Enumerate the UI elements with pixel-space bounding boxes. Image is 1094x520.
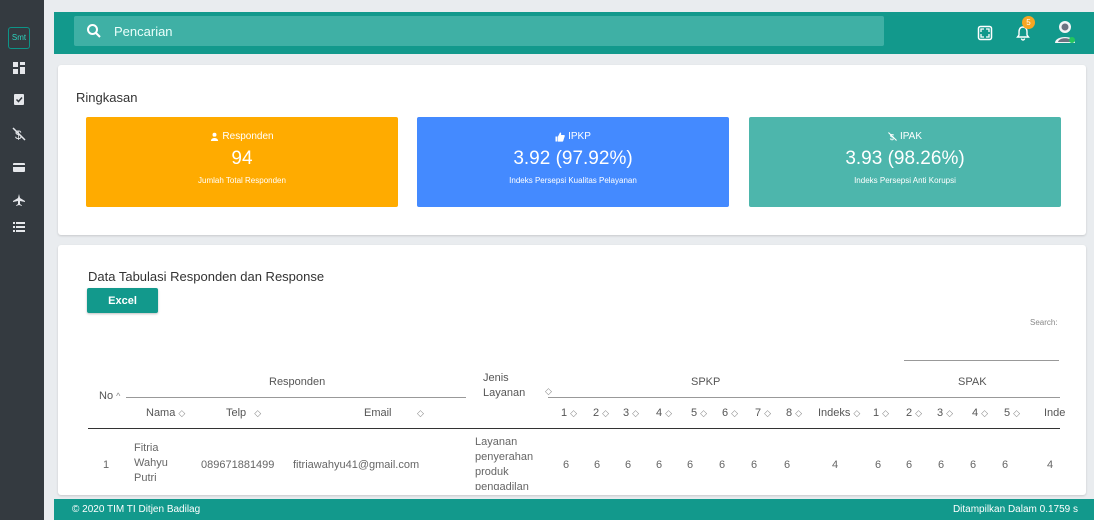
notification-badge: 5 <box>1022 16 1035 29</box>
cell-spkp-2: 6 <box>594 459 601 471</box>
sort-icon: ◇ <box>545 386 552 396</box>
stat-subtitle: Jumlah Total Responden <box>198 176 286 185</box>
cell-spkp-4: 6 <box>656 459 663 471</box>
footer: © 2020 TIM TI Ditjen Badilag Ditampilkan… <box>54 499 1094 520</box>
thumbs-up-icon <box>555 132 565 142</box>
cell-spak-1: 6 <box>875 459 882 471</box>
notification-bell-icon[interactable]: 5 <box>1012 16 1035 44</box>
clipboard-check-icon[interactable] <box>9 89 29 109</box>
col-header-nama[interactable]: Nama ◇ <box>146 407 185 419</box>
col-header-spak-3[interactable]: 3 ◇ <box>937 407 953 419</box>
group-header-responden: Responden <box>269 376 326 388</box>
col-header-spkp-2[interactable]: 2 ◇ <box>593 407 609 419</box>
col-header-email[interactable]: Email ◇ <box>364 407 424 419</box>
col-header-jenis-layanan[interactable]: Jenis Layanan <box>483 371 543 401</box>
brand-logo[interactable]: Smt <box>8 27 30 49</box>
list-icon[interactable] <box>9 217 29 237</box>
cell-spak-5: 6 <box>1002 459 1009 471</box>
search-box <box>74 16 884 46</box>
col-header-spkp-9[interactable]: Indeks ◇ <box>818 407 860 419</box>
summary-card: Ringkasan Responden 94 Jumlah Total Resp… <box>58 65 1086 235</box>
col-header-no[interactable]: No ^ <box>99 390 120 402</box>
cell-spak-4: 6 <box>970 459 977 471</box>
cell-spkp-5: 6 <box>687 459 694 471</box>
stat-label: IPKP <box>568 131 591 142</box>
stat-value: 94 <box>231 148 253 169</box>
col-header-spak-6[interactable]: Inde <box>1044 407 1065 419</box>
col-header-spkp-4[interactable]: 4 ◇ <box>656 407 672 419</box>
anti-corruption-icon[interactable]: $ <box>9 124 29 144</box>
footer-copyright: © 2020 TIM TI Ditjen Badilag <box>72 504 201 515</box>
cell-spak-6: 4 <box>1047 459 1054 471</box>
col-header-spak-4[interactable]: 4 ◇ <box>972 407 988 419</box>
cell-jenis-layanan: Layanan penyerahan produk pengadilan <box>475 436 534 490</box>
anti-corruption-icon: $ <box>888 132 897 141</box>
group-header-spkp: SPKP <box>691 376 721 388</box>
col-header-spkp-7[interactable]: 7 ◇ <box>755 407 771 419</box>
group-header-spak: SPAK <box>958 376 987 388</box>
col-header-spkp-8[interactable]: 8 ◇ <box>786 407 802 419</box>
stat-ipak: $ IPAK 3.93 (98.26%) Indeks Persepsi Ant… <box>749 117 1061 207</box>
stat-ipkp: IPKP 3.92 (97.92%) Indeks Persepsi Kuali… <box>417 117 729 207</box>
col-header-spkp-1[interactable]: 1 ◇ <box>561 407 577 419</box>
plane-icon[interactable] <box>9 190 29 210</box>
header-divider <box>868 397 1060 398</box>
stat-subtitle: Indeks Persepsi Kualitas Pelayanan <box>509 176 637 185</box>
cell-spkp-6: 6 <box>719 459 726 471</box>
search-icon <box>87 24 101 38</box>
stat-label: Responden <box>222 131 274 142</box>
header-bottom-border <box>88 428 1060 429</box>
stat-responden: Responden 94 Jumlah Total Responden <box>86 117 398 207</box>
col-header-spak-5[interactable]: 5 ◇ <box>1004 407 1020 419</box>
table-search-label: Search: <box>1030 318 1058 327</box>
stat-subtitle: Indeks Persepsi Anti Korupsi <box>854 176 956 185</box>
header-divider <box>126 397 466 398</box>
search-input[interactable] <box>114 21 814 41</box>
sidebar: Smt $ <box>0 0 44 520</box>
topbar: 5 <box>54 12 1094 54</box>
stat-value: 3.93 (98.26%) <box>845 148 965 169</box>
user-icon <box>211 132 219 141</box>
cell-spkp-8: 6 <box>784 459 791 471</box>
fullscreen-icon[interactable] <box>974 22 996 44</box>
cell-telp: 089671881499 <box>201 459 275 471</box>
cell-nama: Fitria Wahyu Putri <box>134 442 168 484</box>
footer-render-time: Ditampilkan Dalam 0.1759 s <box>952 504 1078 515</box>
table-title: Data Tabulasi Responden dan Response <box>88 269 325 284</box>
table-search-input[interactable] <box>904 360 1059 361</box>
dashboard-icon[interactable] <box>9 58 29 78</box>
cell-email: fitriawahyu41@gmail.com <box>293 459 420 471</box>
stat-value: 3.92 (97.92%) <box>513 148 633 169</box>
cell-spak-3: 6 <box>938 459 945 471</box>
cell-spkp-3: 6 <box>625 459 632 471</box>
cell-no: 1 <box>103 459 110 471</box>
table-card: Data Tabulasi Responden dan Response Exc… <box>58 245 1086 495</box>
col-header-spak-2[interactable]: 2 ◇ <box>906 407 922 419</box>
col-header-spkp-6[interactable]: 6 ◇ <box>722 407 738 419</box>
col-header-telp[interactable]: Telp ◇ <box>226 407 261 419</box>
stat-label: IPAK <box>899 131 923 142</box>
cell-spkp-7: 6 <box>751 459 758 471</box>
card-icon[interactable] <box>9 157 29 177</box>
cell-spkp-9: 4 <box>832 459 839 471</box>
cell-spkp-1: 6 <box>563 459 570 471</box>
cell-spak-2: 6 <box>906 459 913 471</box>
col-header-spak-1[interactable]: 1 ◇ <box>873 407 889 419</box>
col-header-spkp-5[interactable]: 5 ◇ <box>691 407 707 419</box>
summary-title: Ringkasan <box>76 90 138 105</box>
avatar[interactable] <box>1054 20 1076 44</box>
col-header-spkp-3[interactable]: 3 ◇ <box>623 407 639 419</box>
excel-button[interactable]: Excel <box>87 288 158 313</box>
header-divider <box>548 397 868 398</box>
